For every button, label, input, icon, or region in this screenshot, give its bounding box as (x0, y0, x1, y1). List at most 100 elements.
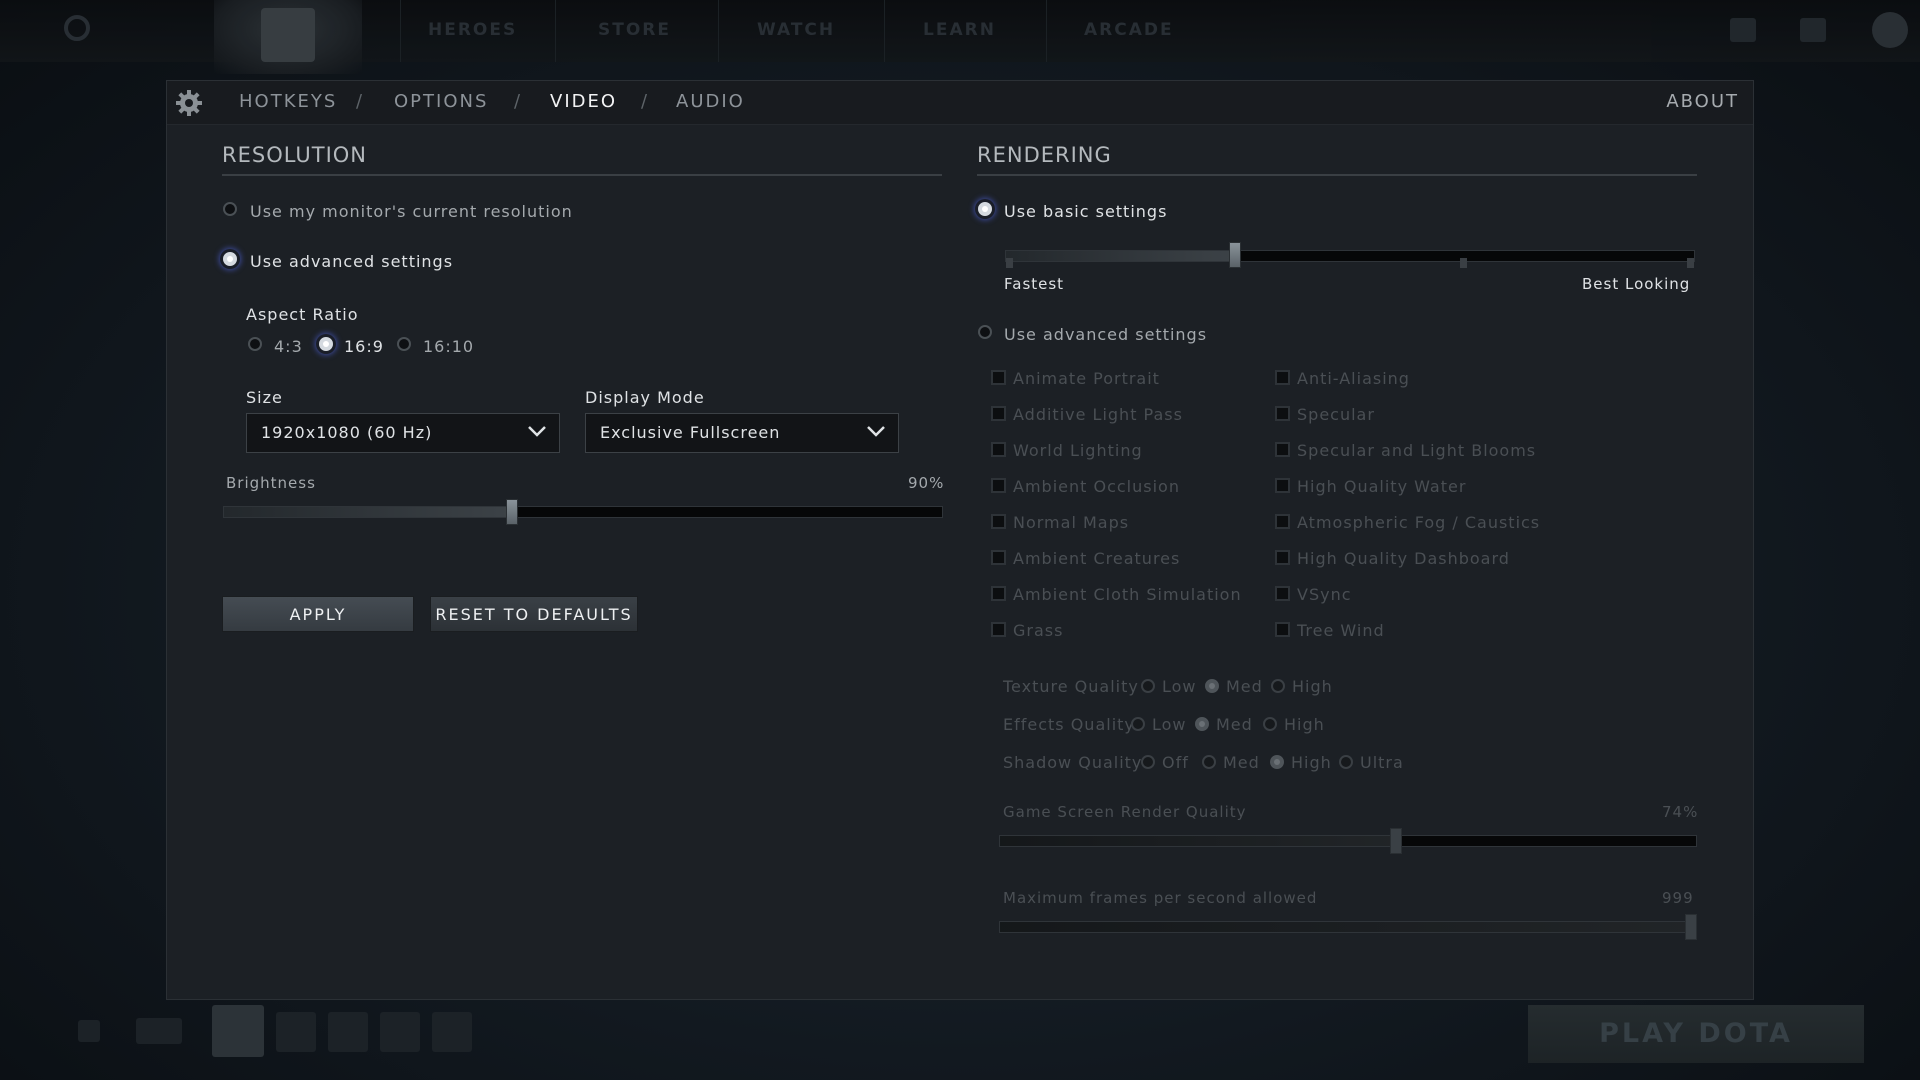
nav-arcade[interactable]: ARCADE (1084, 20, 1174, 40)
grass-checkbox[interactable] (991, 622, 1006, 637)
aspect-16-9-radio[interactable] (319, 337, 333, 351)
party-slot-2[interactable] (328, 1012, 368, 1052)
render-quality-slider-handle[interactable] (1390, 828, 1403, 854)
anti-aliasing-label[interactable]: Anti-Aliasing (1297, 369, 1410, 388)
aspect-16-9-label[interactable]: 16:9 (344, 337, 384, 356)
additive-light-pass-label[interactable]: Additive Light Pass (1013, 405, 1183, 424)
settings-gear-icon[interactable] (64, 15, 90, 41)
effects-low-radio[interactable] (1131, 717, 1145, 731)
ambient-cloth-simulation-label[interactable]: Ambient Cloth Simulation (1013, 585, 1242, 604)
max-fps-slider[interactable] (999, 921, 1697, 933)
home-logo-area[interactable] (214, 0, 362, 74)
texture-low-radio[interactable] (1141, 679, 1155, 693)
about-link[interactable]: ABOUT (1666, 91, 1739, 112)
shadow-med-label[interactable]: Med (1223, 753, 1260, 772)
ambient-occlusion-label[interactable]: Ambient Occlusion (1013, 477, 1180, 496)
aspect-4-3-radio[interactable] (248, 337, 262, 351)
use-advanced-resolution-radio[interactable] (223, 252, 237, 266)
effects-high-radio[interactable] (1263, 717, 1277, 731)
use-advanced-resolution-label[interactable]: Use advanced settings (250, 252, 453, 271)
animate-portrait-label[interactable]: Animate Portrait (1013, 369, 1160, 388)
ambient-occlusion-checkbox[interactable] (991, 478, 1006, 493)
use-basic-settings-radio[interactable] (978, 202, 992, 216)
shadow-ultra-radio[interactable] (1339, 755, 1353, 769)
atmospheric-fog-caustics-checkbox[interactable] (1275, 514, 1290, 529)
high-quality-dashboard-checkbox[interactable] (1275, 550, 1290, 565)
menu-icon[interactable] (78, 1020, 100, 1042)
aspect-16-10-radio[interactable] (397, 337, 411, 351)
tree-wind-label[interactable]: Tree Wind (1297, 621, 1385, 640)
tab-video[interactable]: VIDEO (550, 91, 617, 112)
use-monitor-resolution-radio[interactable] (223, 202, 237, 216)
aspect-16-10-label[interactable]: 16:10 (423, 337, 474, 356)
profile-avatar[interactable] (1872, 12, 1908, 48)
texture-med-label[interactable]: Med (1226, 677, 1263, 696)
nav-watch[interactable]: WATCH (757, 20, 835, 40)
shadow-high-radio[interactable] (1270, 755, 1284, 769)
atmospheric-fog-caustics-label[interactable]: Atmospheric Fog / Caustics (1297, 513, 1540, 532)
use-advanced-rendering-label[interactable]: Use advanced settings (1004, 325, 1207, 344)
vsync-label[interactable]: VSync (1297, 585, 1352, 604)
nav-store[interactable]: STORE (598, 20, 671, 40)
tab-hotkeys[interactable]: HOTKEYS (239, 91, 337, 112)
chat-icon[interactable] (1730, 18, 1756, 42)
ambient-cloth-simulation-checkbox[interactable] (991, 586, 1006, 601)
reset-to-defaults-button[interactable]: RESET TO DEFAULTS (430, 596, 638, 632)
basic-quality-slider[interactable] (1005, 250, 1695, 262)
animate-portrait-checkbox[interactable] (991, 370, 1006, 385)
basic-quality-slider-handle[interactable] (1228, 242, 1241, 268)
vsync-checkbox[interactable] (1275, 586, 1290, 601)
specular-label[interactable]: Specular (1297, 405, 1375, 424)
party-icon[interactable] (136, 1018, 182, 1044)
ambient-creatures-label[interactable]: Ambient Creatures (1013, 549, 1180, 568)
effects-high-label[interactable]: High (1284, 715, 1325, 734)
brightness-slider[interactable] (223, 506, 943, 518)
world-lighting-checkbox[interactable] (991, 442, 1006, 457)
specular-light-blooms-label[interactable]: Specular and Light Blooms (1297, 441, 1536, 460)
effects-low-label[interactable]: Low (1152, 715, 1187, 734)
aspect-4-3-label[interactable]: 4:3 (274, 337, 303, 356)
specular-checkbox[interactable] (1275, 406, 1290, 421)
high-quality-water-label[interactable]: High Quality Water (1297, 477, 1466, 496)
display-mode-dropdown[interactable]: Exclusive Fullscreen (585, 413, 899, 453)
additive-light-pass-checkbox[interactable] (991, 406, 1006, 421)
tab-options[interactable]: OPTIONS (394, 91, 488, 112)
tree-wind-checkbox[interactable] (1275, 622, 1290, 637)
player-avatar[interactable] (212, 1005, 264, 1057)
anti-aliasing-checkbox[interactable] (1275, 370, 1290, 385)
normal-maps-label[interactable]: Normal Maps (1013, 513, 1129, 532)
party-slot-4[interactable] (432, 1012, 472, 1052)
max-fps-slider-handle[interactable] (1685, 914, 1697, 940)
party-slot-1[interactable] (276, 1012, 316, 1052)
normal-maps-checkbox[interactable] (991, 514, 1006, 529)
specular-light-blooms-checkbox[interactable] (1275, 442, 1290, 457)
grass-label[interactable]: Grass (1013, 621, 1063, 640)
tab-audio[interactable]: AUDIO (676, 91, 745, 112)
shadow-off-radio[interactable] (1141, 755, 1155, 769)
world-lighting-label[interactable]: World Lighting (1013, 441, 1143, 460)
size-dropdown[interactable]: 1920x1080 (60 Hz) (246, 413, 560, 453)
texture-low-label[interactable]: Low (1162, 677, 1197, 696)
use-basic-settings-label[interactable]: Use basic settings (1004, 202, 1167, 221)
nav-heroes[interactable]: HEROES (428, 20, 517, 40)
shadow-ultra-label[interactable]: Ultra (1360, 753, 1404, 772)
shadow-high-label[interactable]: High (1291, 753, 1332, 772)
use-monitor-resolution-label[interactable]: Use my monitor's current resolution (250, 202, 573, 221)
render-quality-slider[interactable] (999, 835, 1697, 847)
play-dota-button[interactable]: PLAY DOTA (1528, 1005, 1864, 1063)
texture-high-label[interactable]: High (1292, 677, 1333, 696)
texture-high-radio[interactable] (1271, 679, 1285, 693)
friends-icon[interactable] (1800, 18, 1826, 42)
nav-learn[interactable]: LEARN (923, 20, 996, 40)
shadow-med-radio[interactable] (1202, 755, 1216, 769)
brightness-slider-handle[interactable] (506, 499, 519, 525)
use-advanced-rendering-radio[interactable] (978, 325, 992, 339)
texture-med-radio[interactable] (1205, 679, 1219, 693)
effects-med-label[interactable]: Med (1216, 715, 1253, 734)
dota-logo-icon[interactable] (261, 8, 315, 62)
shadow-off-label[interactable]: Off (1162, 753, 1189, 772)
high-quality-dashboard-label[interactable]: High Quality Dashboard (1297, 549, 1510, 568)
party-slot-3[interactable] (380, 1012, 420, 1052)
ambient-creatures-checkbox[interactable] (991, 550, 1006, 565)
apply-button[interactable]: APPLY (222, 596, 414, 632)
